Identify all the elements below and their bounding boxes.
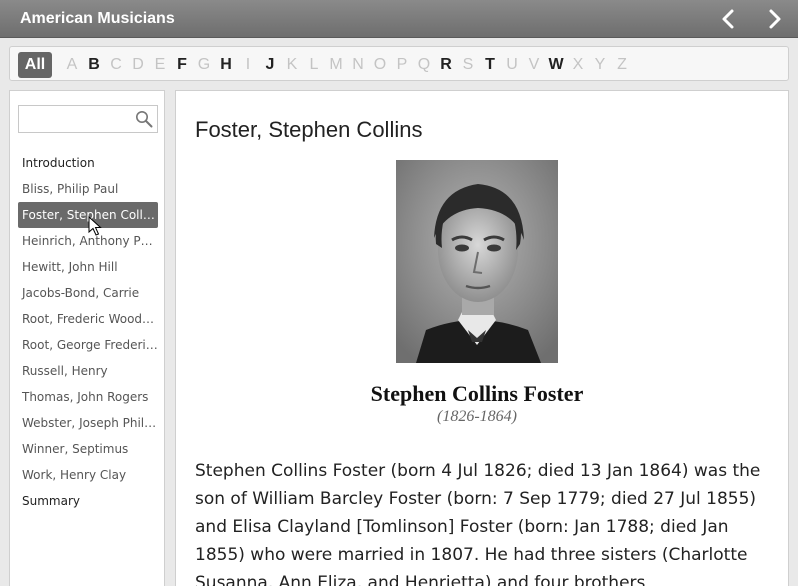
alphabet-letter-t[interactable]: T bbox=[480, 52, 500, 78]
article-panel: Foster, Stephen Collins Stephen Collins … bbox=[175, 90, 789, 586]
alphabet-letter-u: U bbox=[506, 56, 518, 73]
alphabet-letter-x: X bbox=[572, 56, 584, 73]
alphabet-letter-d: D bbox=[132, 56, 144, 73]
toc-item[interactable]: Bliss, Philip Paul bbox=[18, 176, 158, 202]
app-title: American Musicians bbox=[20, 10, 175, 27]
alphabet-letter-z: Z bbox=[617, 56, 627, 73]
alphabet-letter-y: Y bbox=[594, 56, 606, 73]
alphabet-letter-a: A bbox=[66, 56, 78, 73]
toc-item[interactable]: Foster, Stephen Collins bbox=[18, 202, 158, 228]
alphabet-index-bar: All ABCDEFGHIJKLMNOPQRSTUVWXYZ bbox=[9, 46, 789, 81]
alphabet-letter-g: G bbox=[197, 56, 211, 73]
alphabet-letter-j[interactable]: J bbox=[260, 52, 280, 78]
alphabet-letter-w[interactable]: W bbox=[546, 52, 566, 78]
portrait-image bbox=[396, 160, 558, 363]
alphabet-letter-i: I bbox=[245, 56, 251, 73]
previous-page-button[interactable] bbox=[718, 8, 740, 30]
chevron-right-icon bbox=[769, 9, 781, 29]
table-of-contents: Introduction Bliss, Philip Paul Foster, St… bbox=[18, 150, 158, 514]
toc-item[interactable]: Winner, Septimus bbox=[18, 436, 158, 462]
alphabet-letter-p: P bbox=[396, 56, 408, 73]
alphabet-letter-s: S bbox=[462, 56, 474, 73]
toc-item[interactable]: Russell, Henry bbox=[18, 358, 158, 384]
toc-section-item[interactable]: Introduction bbox=[18, 150, 158, 176]
toc-item[interactable]: Webster, Joseph Philbrick bbox=[18, 410, 158, 436]
title-bar: American Musicians bbox=[0, 0, 798, 38]
toc-item[interactable]: Jacobs-Bond, Carrie bbox=[18, 280, 158, 306]
next-page-button[interactable] bbox=[763, 8, 785, 30]
alphabet-letter-o: O bbox=[373, 56, 387, 73]
toc-item[interactable]: Hewitt, John Hill bbox=[18, 254, 158, 280]
alphabet-letter-m: M bbox=[329, 56, 343, 73]
search-box bbox=[18, 105, 158, 133]
toc-item[interactable]: Thomas, John Rogers bbox=[18, 384, 158, 410]
page-title: Foster, Stephen Collins bbox=[195, 117, 423, 142]
chevron-left-icon bbox=[722, 9, 734, 29]
alphabet-letter-l: L bbox=[309, 56, 319, 73]
alphabet-letter-v: V bbox=[528, 56, 540, 73]
search-input[interactable] bbox=[21, 108, 125, 130]
alphabet-letter-r[interactable]: R bbox=[436, 52, 456, 78]
toc-item[interactable]: Root, George Frederick bbox=[18, 332, 158, 358]
alphabet-all-button[interactable]: All bbox=[18, 52, 52, 78]
alphabet-letter-f[interactable]: F bbox=[172, 52, 192, 78]
search-icon[interactable] bbox=[135, 110, 153, 128]
toc-item[interactable]: Heinrich, Anthony Philip bbox=[18, 228, 158, 254]
alphabet-letter-b[interactable]: B bbox=[84, 52, 104, 78]
alphabet-letter-n: N bbox=[352, 56, 364, 73]
person-name: Stephen Collins Foster bbox=[370, 381, 584, 406]
toc-section-item[interactable]: Summary bbox=[18, 488, 158, 514]
alphabet-letter-c: C bbox=[110, 56, 122, 73]
alphabet-letter-q: Q bbox=[417, 56, 431, 73]
person-dates: (1826-1864) bbox=[437, 408, 517, 425]
portrait-photo bbox=[396, 160, 558, 363]
toc-item[interactable]: Root, Frederic Woodman bbox=[18, 306, 158, 332]
sidebar: Introduction Bliss, Philip Paul Foster, St… bbox=[9, 90, 165, 586]
alphabet-letter-h[interactable]: H bbox=[216, 52, 236, 78]
alphabet-letter-k: K bbox=[286, 56, 298, 73]
toc-item[interactable]: Work, Henry Clay bbox=[18, 462, 158, 488]
biography-text: Stephen Collins Foster (born 4 Jul 1826;… bbox=[195, 461, 761, 586]
alphabet-letter-e: E bbox=[154, 56, 166, 73]
